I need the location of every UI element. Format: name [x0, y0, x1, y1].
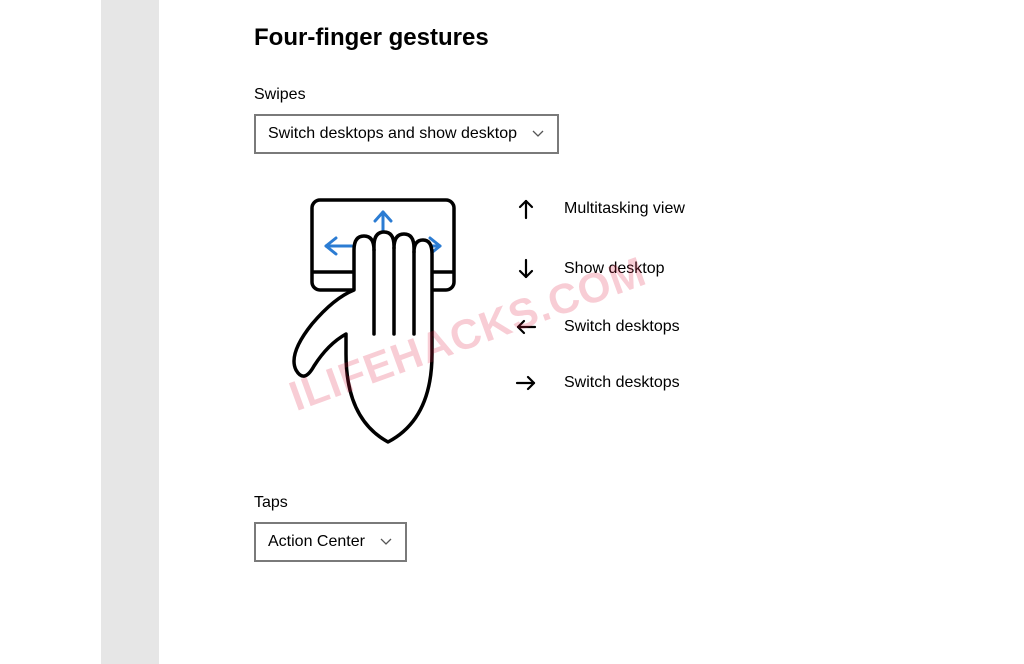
taps-dropdown-value: Action Center — [268, 533, 365, 551]
legend-right-text: Switch desktops — [564, 374, 680, 392]
legend-up-text: Multitasking view — [564, 200, 685, 218]
taps-dropdown[interactable]: Action Center — [254, 522, 407, 562]
legend-row-down: Show desktop — [514, 258, 685, 280]
legend-left-text: Switch desktops — [564, 318, 680, 336]
swipes-label: Swipes — [254, 86, 954, 104]
settings-section-four-finger-gestures: Four-finger gestures Swipes Switch deskt… — [254, 24, 954, 562]
legend-down-text: Show desktop — [564, 260, 665, 278]
swipes-dropdown-value: Switch desktops and show desktop — [268, 125, 517, 143]
arrow-right-icon — [514, 374, 538, 392]
chevron-down-icon — [531, 127, 545, 141]
arrow-up-icon — [514, 198, 538, 220]
legend-row-right: Switch desktops — [514, 374, 685, 392]
touchpad-hand-illustration — [284, 194, 474, 464]
arrow-left-icon — [514, 318, 538, 336]
taps-group: Taps Action Center — [254, 494, 954, 562]
arrow-down-icon — [514, 258, 538, 280]
chevron-down-icon — [379, 535, 393, 549]
section-title: Four-finger gestures — [254, 24, 954, 52]
gesture-legend: Multitasking view Show desktop Switch de… — [514, 194, 685, 392]
gesture-illustration-area: Multitasking view Show desktop Switch de… — [254, 194, 954, 464]
taps-label: Taps — [254, 494, 954, 512]
legend-row-left: Switch desktops — [514, 318, 685, 336]
legend-row-up: Multitasking view — [514, 198, 685, 220]
left-sidebar-strip — [101, 0, 159, 664]
swipes-dropdown[interactable]: Switch desktops and show desktop — [254, 114, 559, 154]
